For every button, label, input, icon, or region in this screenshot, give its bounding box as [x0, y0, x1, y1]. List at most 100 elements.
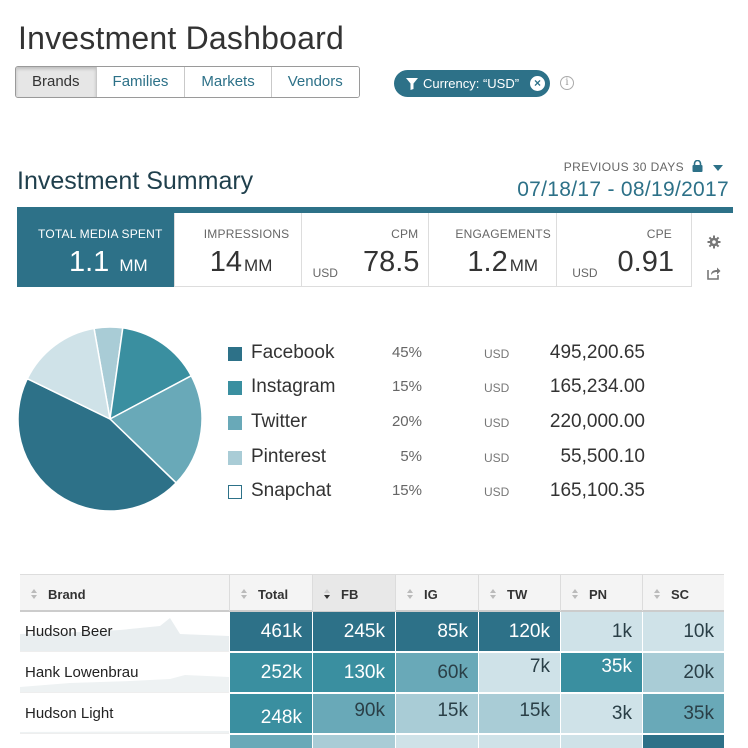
legend-percent: 45%: [391, 344, 422, 361]
brand-cell: Hudson Light: [20, 694, 229, 734]
page-title: Investment Dashboard: [18, 20, 344, 56]
column-header-fb[interactable]: FB: [312, 575, 395, 611]
cell-sc: [642, 735, 724, 748]
legend-percent: 20%: [391, 413, 422, 430]
info-icon[interactable]: i: [560, 76, 574, 90]
legend-amount: 55,500.10: [560, 446, 645, 467]
kpi-label: IMPRESSIONS: [203, 227, 290, 241]
brand-cell: Hank Lowenbrau: [20, 653, 229, 693]
table-row[interactable]: [20, 735, 724, 748]
legend-swatch: [228, 381, 242, 395]
table-row[interactable]: Hudson Beer 461k 245k 85k 120k 1k 10k: [20, 612, 724, 652]
tab-families[interactable]: Families: [96, 67, 186, 97]
lock-icon: [692, 160, 703, 172]
close-icon[interactable]: ×: [530, 76, 545, 91]
table-row[interactable]: Hudson Light 248k 90k 15k 15k 3k 35k: [20, 694, 724, 734]
column-header-total[interactable]: Total: [229, 575, 312, 611]
legend-item-instagram[interactable]: Instagram 15% USD 165,234.00: [228, 374, 668, 398]
kpi-total-media-spent[interactable]: TOTAL MEDIA SPENT 1.1 MM: [17, 213, 174, 287]
cell-ig: 15k: [395, 694, 478, 734]
legend-item-facebook[interactable]: Facebook 45% USD 495,200.65: [228, 340, 668, 364]
column-header-ig[interactable]: IG: [395, 575, 478, 611]
sort-icon: [407, 589, 413, 599]
cell-pn: 35k: [560, 653, 642, 693]
date-range[interactable]: 07/18/17 - 08/19/2017: [517, 178, 729, 202]
legend-amount: 495,200.65: [549, 342, 645, 363]
cell-ig: 85k: [395, 612, 478, 652]
kpi-label: TOTAL MEDIA SPENT: [38, 227, 163, 241]
legend-currency: USD: [484, 416, 510, 430]
legend-name: Twitter: [251, 411, 307, 432]
cell-pn: 3k: [560, 694, 642, 734]
legend-item-snapchat[interactable]: Snapchat 15% USD 165,100.35: [228, 478, 668, 502]
cell-fb: [312, 735, 395, 748]
kpi-value: 0.91: [617, 246, 674, 278]
legend-percent: 15%: [391, 482, 422, 499]
cell-sc: 10k: [642, 612, 724, 652]
kpi-label: CPE: [646, 227, 672, 241]
column-header-brand[interactable]: Brand: [20, 575, 229, 611]
kpi-cpm[interactable]: CPM USD 78.5: [300, 213, 429, 287]
legend-percent: 5%: [400, 448, 422, 465]
cell-fb: 245k: [312, 612, 395, 652]
cell-tw: 120k: [478, 612, 560, 652]
cell-tw: 15k: [478, 694, 560, 734]
cell-tw: [478, 735, 560, 748]
legend-currency: USD: [484, 381, 510, 395]
sort-icon: [654, 589, 660, 599]
share-icon[interactable]: [707, 266, 721, 280]
view-tabs: Brands Families Markets Vendors: [15, 66, 360, 98]
table-header: Brand Total FB IG TW PN SC: [20, 574, 724, 612]
kpi-value: 1.2 MM: [467, 246, 539, 278]
tab-brands[interactable]: Brands: [16, 67, 97, 97]
cell-total: [229, 735, 312, 748]
cell-total: 248k: [229, 694, 312, 734]
legend-amount: 220,000.00: [549, 411, 645, 432]
cell-ig: [395, 735, 478, 748]
column-header-tw[interactable]: TW: [478, 575, 560, 611]
section-title: Investment Summary: [17, 167, 254, 195]
table-row[interactable]: Hank Lowenbrau 252k 130k 60k 7k 35k 20k: [20, 653, 724, 693]
brand-cell: Hudson Beer: [20, 612, 229, 652]
legend-swatch: [228, 451, 242, 465]
column-header-pn[interactable]: PN: [560, 575, 642, 611]
kpi-cpe[interactable]: CPE USD 0.91: [556, 213, 691, 287]
legend-currency: USD: [484, 451, 510, 465]
kpi-value: 1.1 MM: [69, 246, 148, 278]
cell-total: 461k: [229, 612, 312, 652]
filter-label: Currency: “USD”: [423, 76, 520, 91]
brand-cell: [20, 735, 229, 748]
sort-icon: [31, 589, 37, 599]
brand-name: Hudson Beer: [25, 623, 113, 640]
brand-name: Hudson Light: [25, 705, 114, 722]
gear-icon[interactable]: [707, 235, 721, 249]
legend-amount: 165,234.00: [549, 376, 645, 397]
tab-markets[interactable]: Markets: [185, 67, 272, 97]
kpi-impressions[interactable]: IMPRESSIONS 14 MM: [173, 213, 301, 287]
currency-filter-chip[interactable]: Currency: “USD” ×: [394, 70, 550, 97]
pie-chart: [17, 326, 203, 512]
kpi-currency: USD: [572, 266, 598, 280]
kpi-currency: USD: [312, 266, 338, 280]
cell-total: 252k: [229, 653, 312, 693]
chevron-down-icon[interactable]: [713, 165, 723, 171]
cell-tw: 7k: [478, 653, 560, 693]
legend-item-pinterest[interactable]: Pinterest 5% USD 55,500.10: [228, 444, 668, 468]
legend-swatch: [228, 347, 242, 361]
kpi-bar: TOTAL MEDIA SPENT 1.1 MM IMPRESSIONS 14 M…: [17, 207, 733, 287]
cell-sc: 35k: [642, 694, 724, 734]
cell-ig: 60k: [395, 653, 478, 693]
column-header-sc[interactable]: SC: [642, 575, 724, 611]
tab-vendors[interactable]: Vendors: [271, 67, 359, 97]
legend-item-twitter[interactable]: Twitter 20% USD 220,000.00: [228, 409, 668, 433]
legend-currency: USD: [484, 485, 510, 499]
kpi-value: 78.5: [362, 246, 420, 278]
sort-icon: [490, 589, 496, 599]
period-label: PREVIOUS 30 DAYS: [563, 160, 684, 174]
legend-percent: 15%: [391, 378, 422, 395]
cell-fb: 90k: [312, 694, 395, 734]
legend-name: Snapchat: [251, 480, 332, 501]
kpi-engagements[interactable]: ENGAGEMENTS 1.2 MM: [428, 213, 556, 287]
sort-descending-icon: [324, 589, 330, 599]
sort-icon: [241, 589, 247, 599]
